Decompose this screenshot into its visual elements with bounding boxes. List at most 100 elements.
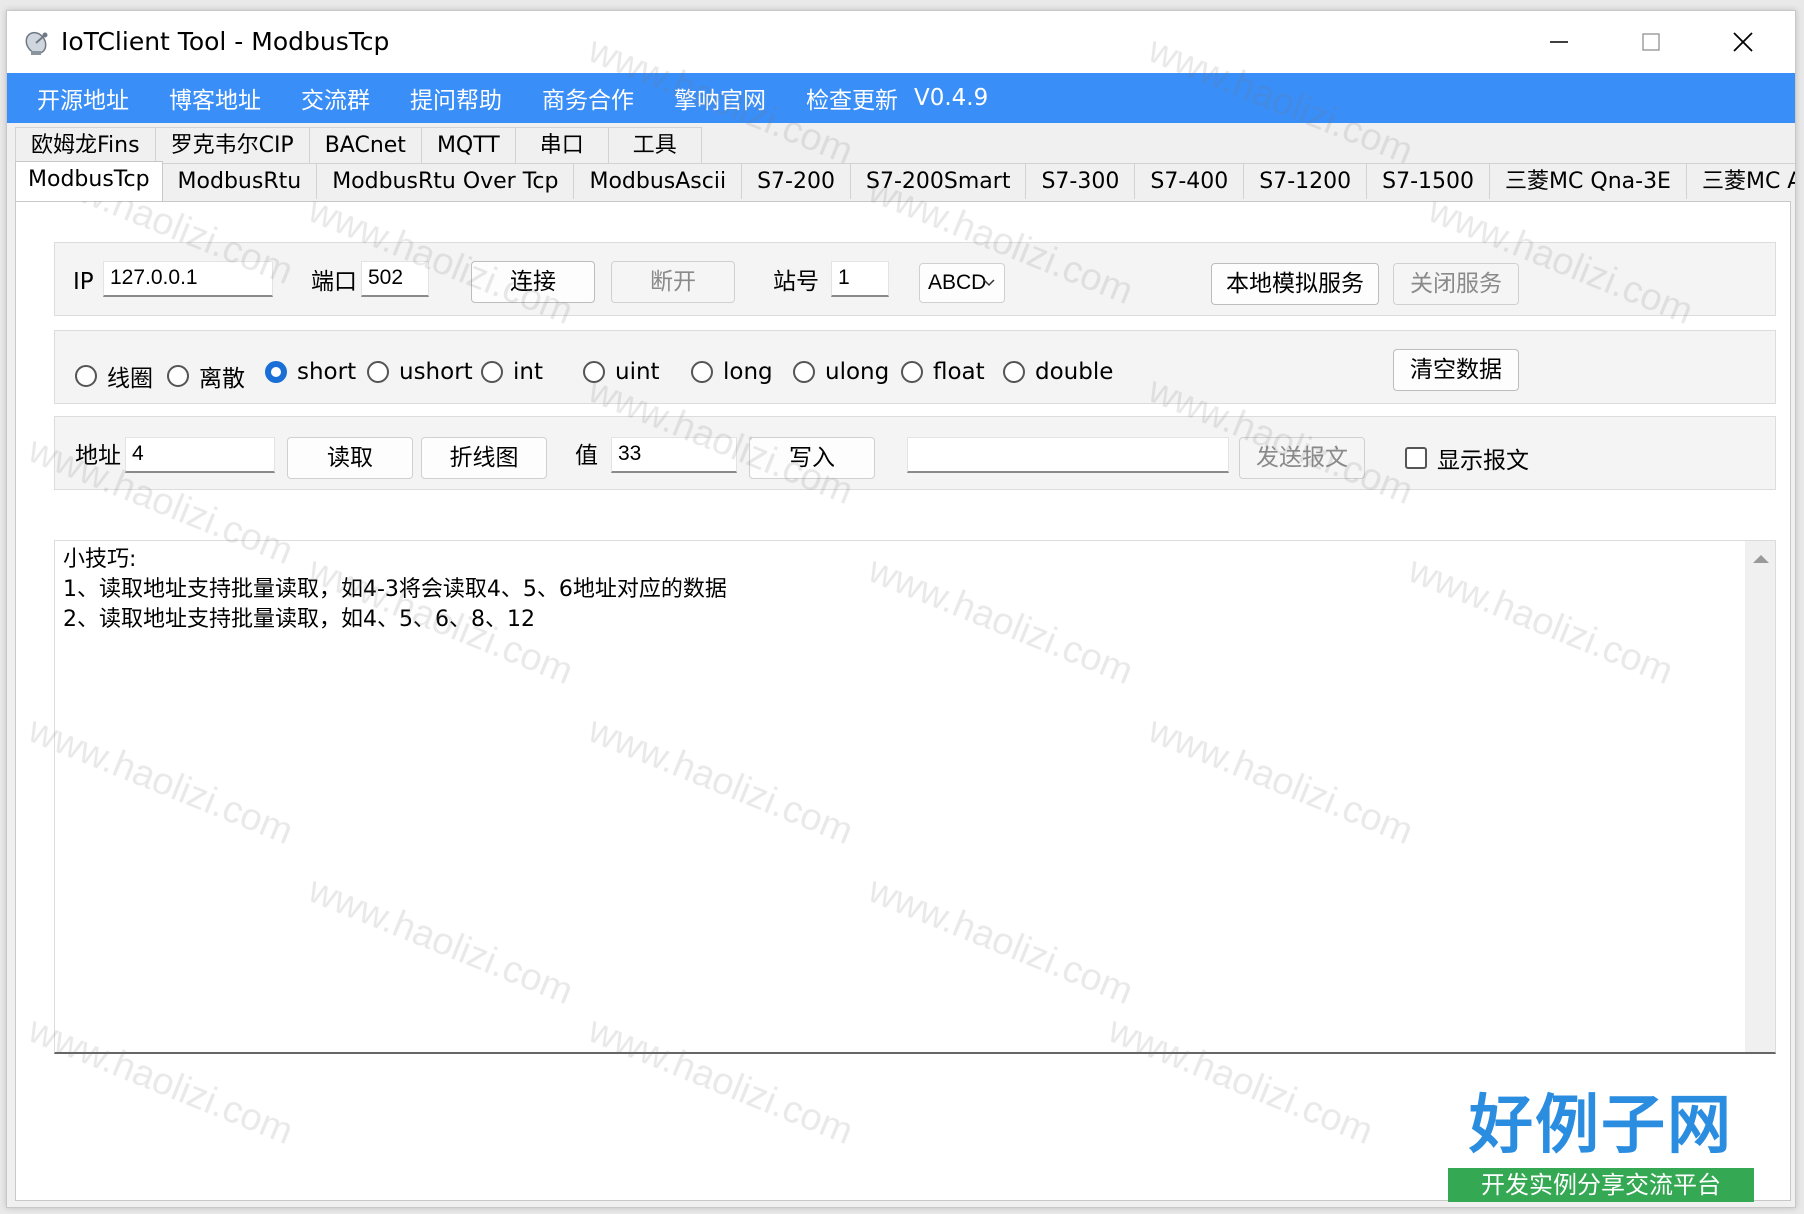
radio-circle	[901, 361, 923, 383]
tab-mitsubishi-a-1e[interactable]: 三菱MC A-1E	[1685, 163, 1795, 199]
tab-modbusascii[interactable]: ModbusAscii	[573, 163, 743, 199]
radio-label: short	[297, 359, 357, 385]
radio-double[interactable]: double	[1003, 359, 1113, 385]
radio-uint[interactable]: uint	[583, 359, 660, 385]
maximize-icon	[1642, 33, 1660, 51]
show-message-checkbox[interactable]: 显示报文	[1405, 441, 1529, 475]
vertical-scrollbar[interactable]	[1745, 541, 1775, 1052]
maximize-button[interactable]	[1605, 11, 1697, 73]
radio-label: int	[513, 359, 543, 385]
logo-sub-text: 开发实例分享交流平台	[1448, 1168, 1754, 1202]
radio-discrete[interactable]: 离散	[167, 359, 245, 393]
menu-item-help[interactable]: 提问帮助	[410, 81, 502, 115]
tab-s7-1500[interactable]: S7-1500	[1366, 163, 1491, 199]
satellite-dish-icon	[25, 31, 48, 55]
tab-mqtt[interactable]: MQTT	[420, 127, 516, 163]
tab-row-2: ModbusTcp ModbusRtu ModbusRtu Over Tcp M…	[15, 161, 1795, 203]
tab-modbustcp[interactable]: ModbusTcp	[15, 161, 163, 201]
tab-rockwell-cip[interactable]: 罗克韦尔CIP	[154, 127, 310, 163]
log-output[interactable]: 小技巧: 1、读取地址支持批量读取，如4-3将会读取4、5、6地址对应的数据 2…	[54, 540, 1776, 1054]
local-sim-service-button[interactable]: 本地模拟服务	[1211, 263, 1379, 305]
menu-item-website[interactable]: 擎呐官网	[674, 81, 766, 115]
radio-circle	[1003, 361, 1025, 383]
modbustcp-panel: IP 127.0.0.1 端口 502 连接 断开 站号 1 ABCD 本地模拟…	[15, 201, 1791, 1201]
tab-tools[interactable]: 工具	[607, 127, 702, 163]
port-input[interactable]: 502	[361, 261, 429, 297]
tab-modbusrtu-over-tcp[interactable]: ModbusRtu Over Tcp	[316, 163, 575, 199]
radio-circle	[691, 361, 713, 383]
address-label: 地址	[75, 443, 121, 469]
window-title: IoTClient Tool - ModbusTcp	[61, 27, 390, 56]
port-label: 端口	[311, 269, 357, 295]
radio-circle	[793, 361, 815, 383]
logo-main-text: 好例子网	[1469, 1088, 1733, 1163]
tab-omron-fins[interactable]: 欧姆龙Fins	[15, 127, 156, 163]
tab-s7-400[interactable]: S7-400	[1134, 163, 1245, 199]
disconnect-button[interactable]: 断开	[611, 261, 735, 303]
radio-int[interactable]: int	[481, 359, 543, 385]
byte-order-value: ABCD	[928, 271, 987, 294]
connect-button[interactable]: 连接	[471, 261, 595, 303]
radio-float[interactable]: float	[901, 359, 985, 385]
radio-label: long	[723, 359, 773, 385]
radio-circle-selected	[265, 361, 287, 383]
radio-ushort[interactable]: ushort	[367, 359, 473, 385]
message-input[interactable]	[907, 437, 1229, 473]
radio-circle	[481, 361, 503, 383]
minimize-button[interactable]	[1513, 11, 1605, 73]
tab-serial[interactable]: 串口	[514, 127, 609, 163]
log-line: 1、读取地址支持批量读取，如4-3将会读取4、5、6地址对应的数据	[63, 577, 727, 602]
menu-bar: 开源地址 博客地址 交流群 提问帮助 商务合作 擎呐官网 检查更新 V0.4.9	[7, 73, 1795, 123]
minimize-icon	[1550, 41, 1568, 43]
line-chart-button[interactable]: 折线图	[421, 437, 547, 479]
close-service-button[interactable]: 关闭服务	[1393, 263, 1519, 305]
radio-label: double	[1035, 359, 1114, 385]
menu-item-business[interactable]: 商务合作	[542, 81, 634, 115]
radio-circle	[75, 365, 97, 387]
radio-ulong[interactable]: ulong	[793, 359, 889, 385]
connection-group: IP 127.0.0.1 端口 502 连接 断开 站号 1 ABCD 本地模拟…	[54, 242, 1776, 316]
clear-data-button[interactable]: 清空数据	[1393, 349, 1519, 391]
value-input[interactable]: 33	[611, 437, 737, 473]
tab-s7-200smart[interactable]: S7-200Smart	[850, 163, 1027, 199]
tab-row-1: 欧姆龙Fins 罗克韦尔CIP BACnet MQTT 串口 工具	[15, 127, 702, 163]
scroll-up-arrow-icon[interactable]	[1753, 555, 1769, 563]
close-button[interactable]	[1697, 11, 1789, 73]
menu-item-open-source[interactable]: 开源地址	[37, 81, 129, 115]
radio-label: ushort	[399, 359, 473, 385]
station-label: 站号	[773, 269, 819, 295]
menu-item-group[interactable]: 交流群	[301, 81, 370, 115]
write-button[interactable]: 写入	[749, 437, 875, 479]
station-input[interactable]: 1	[831, 261, 889, 297]
address-input[interactable]: 4	[125, 437, 275, 473]
ip-input[interactable]: 127.0.0.1	[103, 261, 273, 297]
radio-coil[interactable]: 线圈	[75, 359, 153, 393]
radio-long[interactable]: long	[691, 359, 773, 385]
checkbox-label: 显示报文	[1437, 448, 1529, 474]
radio-short[interactable]: short	[265, 359, 356, 385]
radio-circle	[367, 361, 389, 383]
radio-label: ulong	[825, 359, 890, 385]
byte-order-select[interactable]: ABCD	[919, 263, 1005, 303]
app-window: IoTClient Tool - ModbusTcp 开源地址 博客地址 交流群…	[6, 10, 1796, 1208]
menu-item-check-update[interactable]: 检查更新	[806, 81, 898, 115]
chevron-down-icon	[983, 279, 995, 287]
log-line: 小技巧:	[63, 547, 137, 572]
tab-s7-200[interactable]: S7-200	[741, 163, 851, 199]
radio-circle	[583, 361, 605, 383]
radio-label: 线圈	[107, 366, 153, 392]
log-line: 2、读取地址支持批量读取，如4、5、6、8、12	[63, 607, 535, 632]
tab-s7-300[interactable]: S7-300	[1025, 163, 1136, 199]
tab-bacnet[interactable]: BACnet	[308, 127, 422, 163]
read-button[interactable]: 读取	[287, 437, 413, 479]
tab-mitsubishi-qna-3e[interactable]: 三菱MC Qna-3E	[1489, 163, 1687, 199]
readwrite-group: 地址 4 读取 折线图 值 33 写入 发送报文 显示报文	[54, 416, 1776, 490]
tab-modbusrtu[interactable]: ModbusRtu	[161, 163, 318, 199]
title-bar: IoTClient Tool - ModbusTcp	[7, 11, 1795, 73]
value-label: 值	[575, 443, 598, 469]
menu-item-blog[interactable]: 博客地址	[169, 81, 261, 115]
radio-label: uint	[615, 359, 660, 385]
tab-s7-1200[interactable]: S7-1200	[1243, 163, 1368, 199]
send-message-button[interactable]: 发送报文	[1239, 437, 1365, 479]
datatype-group: 线圈 离散 short ushort int uint long ulong f…	[54, 330, 1776, 404]
